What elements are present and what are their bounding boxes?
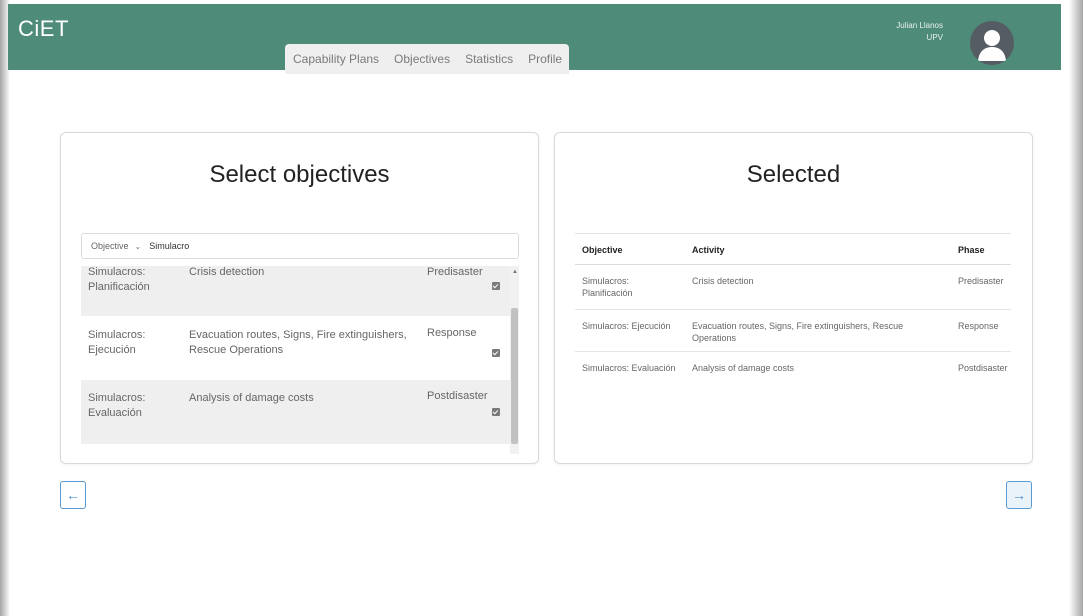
selected-panel: Selected Objective Activity Phase Simula…: [554, 132, 1033, 464]
cell-objective: Simulacros: Evaluación: [582, 363, 676, 373]
row-activity: Crisis detection: [189, 266, 265, 278]
back-button[interactable]: ←: [60, 481, 86, 509]
row-checkbox[interactable]: [492, 408, 500, 416]
tab-objectives[interactable]: Objectives: [386, 44, 457, 74]
cell-phase: Predisaster: [958, 276, 1004, 286]
nav-tabs: Capability Plans Objectives Statistics P…: [285, 44, 570, 74]
cell-objective: Simulacros: Planificación: [582, 276, 633, 298]
objective-search-bar: Objective ⌄: [81, 233, 519, 259]
tab-statistics[interactable]: Statistics: [457, 44, 520, 74]
filter-select-value: Objective: [91, 241, 129, 251]
list-item[interactable]: Simulacros: Planificación Crisis detecti…: [81, 266, 511, 316]
table-row: Simulacros: Evaluación Analysis of damag…: [575, 352, 1011, 386]
search-input[interactable]: [149, 241, 450, 251]
user-org: UPV: [926, 33, 943, 42]
user-info: Julian Llanos UPV: [896, 20, 943, 44]
scroll-up-icon[interactable]: ▲: [512, 269, 518, 275]
list-item[interactable]: Simulacros: Evaluación Analysis of damag…: [81, 380, 511, 444]
arrow-right-icon: →: [1012, 487, 1026, 503]
select-objectives-panel: Select objectives Objective ⌄ Simulacro s…: [60, 132, 539, 464]
cell-objective: Simulacros: Ejecución: [582, 321, 671, 331]
header-objective: Objective: [582, 245, 623, 255]
chevron-down-icon: ⌄: [134, 241, 142, 251]
scrollbar-thumb[interactable]: [511, 308, 518, 444]
avatar[interactable]: [970, 21, 1014, 65]
objectives-list: Simulacros: Planificación Crisis detecti…: [81, 266, 511, 444]
selected-table: Objective Activity Phase Simulacros: Pla…: [575, 233, 1011, 386]
row-objective: Simulacros: Planificación: [88, 266, 150, 293]
list-scrollbar[interactable]: ▲: [510, 266, 519, 454]
select-objectives-title: Select objectives: [209, 161, 390, 188]
list-item[interactable]: Simulacros: Ejecución Evacuation routes,…: [81, 316, 511, 380]
window-shadow-left: [0, 0, 10, 616]
cell-activity: Crisis detection: [692, 276, 754, 286]
user-name: Julian Llanos: [896, 21, 943, 30]
row-activity: Analysis of damage costs: [189, 392, 314, 404]
row-objective: Simulacros: Ejecución: [88, 329, 146, 356]
selected-title: Selected: [746, 161, 841, 188]
table-row: Simulacros: Ejecución Evacuation routes,…: [575, 310, 1011, 352]
tab-capability-plans[interactable]: Capability Plans: [285, 44, 386, 74]
app-logo[interactable]: CiET: [18, 16, 69, 42]
row-objective: Simulacros: Evaluación: [88, 392, 146, 419]
arrow-left-icon: ←: [66, 487, 80, 503]
tab-profile[interactable]: Profile: [520, 44, 569, 74]
header-phase: Phase: [958, 245, 985, 255]
filter-select[interactable]: Objective ⌄: [82, 234, 149, 258]
window-shadow-right: [1069, 0, 1083, 616]
row-checkbox[interactable]: [492, 349, 500, 357]
table-header: Objective Activity Phase: [575, 233, 1011, 265]
row-phase: Postdisaster: [427, 390, 488, 402]
cell-activity: Analysis of damage costs: [692, 363, 795, 373]
user-silhouette-icon: [978, 30, 1006, 61]
row-checkbox[interactable]: [492, 282, 500, 290]
cell-phase: Postdisaster: [958, 363, 1008, 373]
row-phase: Response: [427, 327, 477, 339]
row-phase: Predisaster: [427, 266, 483, 278]
row-activity: Evacuation routes, Signs, Fire extinguis…: [189, 329, 407, 356]
table-row: Simulacros: Planificación Crisis detecti…: [575, 265, 1011, 310]
cell-phase: Response: [958, 321, 999, 331]
header-activity: Activity: [692, 245, 725, 255]
cell-activity: Evacuation routes, Signs, Fire extinguis…: [692, 321, 904, 343]
next-button[interactable]: →: [1006, 481, 1032, 509]
top-header: CiET Capability Plans Objectives Statist…: [8, 4, 1061, 74]
